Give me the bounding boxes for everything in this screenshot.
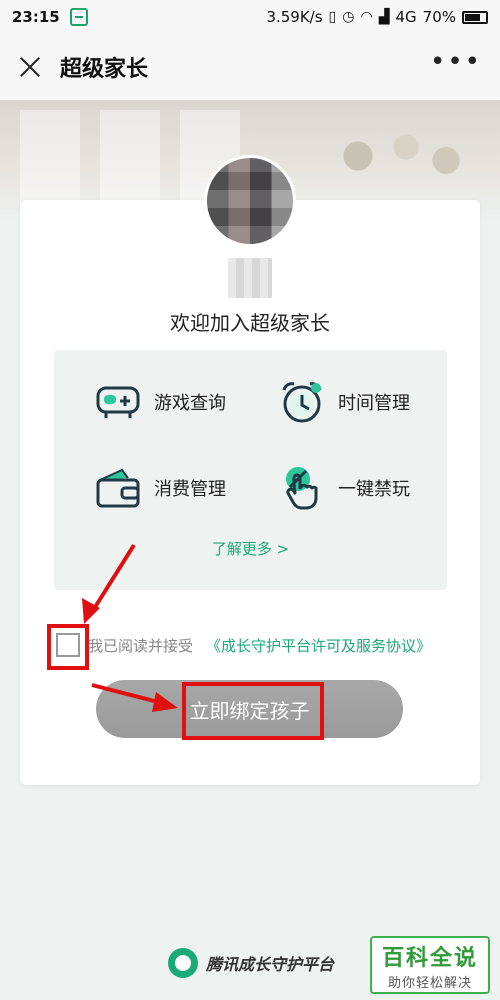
watermark-main: 百科全说 <box>381 946 478 971</box>
status-right: 3.59K/s ▯ ◷ ◠ ▟ 4G 70% <box>266 8 488 26</box>
tap-ban-icon <box>286 467 318 510</box>
avatar <box>204 155 296 247</box>
checkbox-highlight-box <box>47 624 89 670</box>
banner-family-image <box>310 120 470 210</box>
wallet-icon <box>96 468 140 508</box>
network-type: 4G <box>395 8 417 26</box>
feature-label: 游戏查询 <box>154 393 226 414</box>
more-options-icon[interactable]: ••• <box>430 49 482 77</box>
agreement-text: 我已阅读并接受 <box>88 637 194 655</box>
scan-icon <box>69 8 88 26</box>
button-highlight-box <box>182 682 324 740</box>
username-blurred <box>228 258 272 298</box>
vibrate-icon: ▯ <box>328 9 337 25</box>
features-panel: 游戏查询 时间管理 消费管理 一键禁玩 了解更多 > <box>54 350 447 590</box>
page-title: 超级家长 <box>60 57 149 82</box>
app-header: 超级家长 ••• <box>0 34 500 100</box>
status-time: 23:15 <box>12 8 60 26</box>
battery-icon <box>462 10 488 24</box>
watermark-sub: 助你轻松解决 <box>387 976 472 991</box>
watermark-badge: 百科全说 助你轻松解决 <box>370 936 490 994</box>
feature-game-query[interactable]: 游戏查询 <box>92 376 226 428</box>
battery-percent: 70% <box>422 8 456 26</box>
welcome-text: 欢迎加入超级家长 <box>170 311 330 335</box>
alarm-clock-icon <box>282 382 322 423</box>
feature-time-manage[interactable]: 时间管理 <box>276 376 410 428</box>
banner-window <box>20 110 80 210</box>
feature-spend-manage[interactable]: 消费管理 <box>92 462 226 514</box>
status-bar: 23:15 3.59K/s ▯ ◷ ◠ ▟ 4G 70% <box>0 0 500 34</box>
feature-label: 消费管理 <box>154 479 226 500</box>
feature-label: 一键禁玩 <box>338 479 410 500</box>
wifi-icon: ◠ <box>360 9 373 25</box>
agreement-link[interactable]: 《成长守护平台许可及服务协议》 <box>206 635 431 656</box>
signal-icon: ▟ <box>378 9 390 25</box>
footer-brand: 腾讯成长守护平台 <box>168 948 334 978</box>
banner-window <box>100 110 160 210</box>
network-speed: 3.59K/s <box>266 8 323 26</box>
feature-label: 时间管理 <box>338 393 410 414</box>
brand-name: 腾讯成长守护平台 <box>206 955 335 974</box>
feature-one-click-ban[interactable]: 一键禁玩 <box>276 462 410 514</box>
gamepad-icon <box>96 386 140 418</box>
close-icon[interactable] <box>18 55 42 79</box>
brand-logo-icon <box>168 948 198 978</box>
learn-more-link[interactable]: 了解更多 > <box>54 538 447 559</box>
alarm-icon: ◷ <box>342 9 355 25</box>
